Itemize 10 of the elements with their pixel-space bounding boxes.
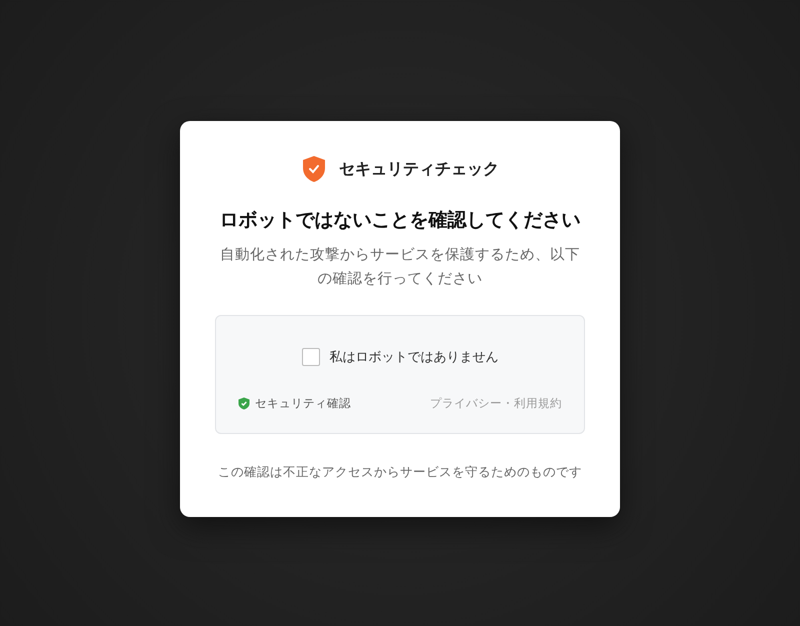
brand-title: セキュリティチェック (339, 158, 499, 180)
checkbox-label: 私はロボットではありません (330, 349, 498, 366)
checkbox[interactable] (302, 348, 320, 366)
heading: ロボットではないことを確認してください (218, 208, 582, 233)
footer-note: この確認は不正なアクセスからサービスを守るためのものです (217, 464, 583, 481)
shield-check-icon (238, 397, 250, 410)
privacy-terms-link[interactable]: プライバシー・利用規約 (430, 396, 562, 411)
description: 自動化された攻撃からサービスを保護するため、以下の確認を行ってください (219, 246, 581, 289)
shield-check-icon (301, 155, 327, 183)
security-badge-text: セキュリティ確認 (255, 396, 351, 411)
